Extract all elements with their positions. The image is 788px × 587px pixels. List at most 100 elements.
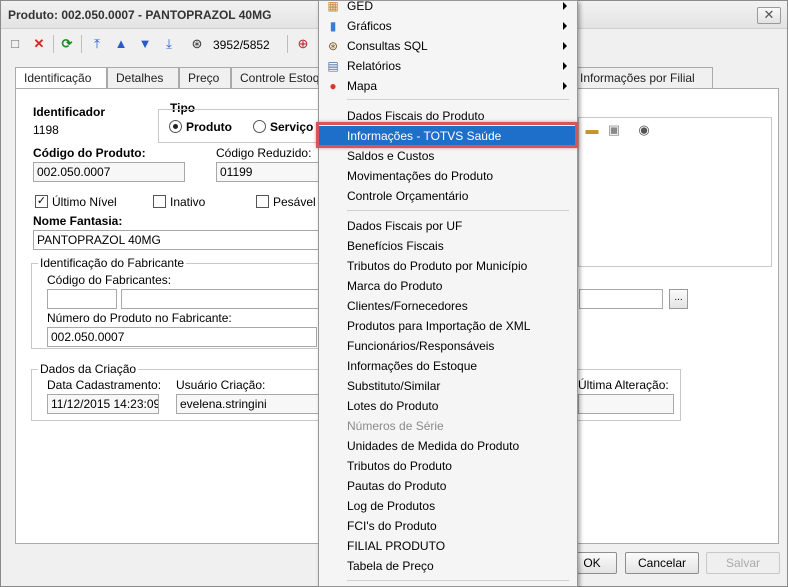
menu-item-label: Pautas do Produto bbox=[347, 479, 447, 493]
menu-item-produtos-xml[interactable]: Produtos para Importação de XML bbox=[319, 316, 577, 336]
codigo-reduzido-label: Código Reduzido: bbox=[216, 146, 312, 160]
nome-fantasia-field[interactable]: PANTOPRAZOL 40MG bbox=[33, 230, 323, 250]
highlight-callout bbox=[316, 122, 578, 148]
codigo-fabricantes-label: Código do Fabricantes: bbox=[47, 273, 172, 287]
menu-item-clientes-fornecedores[interactable]: Clientes/Fornecedores bbox=[319, 296, 577, 316]
menu-item-label: Gráficos bbox=[347, 19, 392, 33]
map-pin-icon: ● bbox=[329, 79, 337, 93]
fabricante-lookup-button[interactable]: ... bbox=[669, 289, 688, 309]
submenu-arrow-icon bbox=[563, 62, 567, 70]
tipo-servico-label: Serviço bbox=[270, 120, 314, 134]
window-title: Produto: 002.050.0007 - PANTOPRAZOL 40MG bbox=[8, 8, 272, 22]
menu-item-dados-fiscais-uf[interactable]: Dados Fiscais por UF bbox=[319, 216, 577, 236]
menu-item-label: Log de Produtos bbox=[347, 499, 436, 513]
cancelar-button[interactable]: Cancelar bbox=[625, 552, 699, 574]
fabricante-name-field[interactable] bbox=[121, 289, 321, 309]
numero-fabricante-field[interactable]: 002.050.0007 bbox=[47, 327, 317, 347]
fabricante-name-field-end[interactable] bbox=[579, 289, 663, 309]
webcam-icon[interactable]: ◉ bbox=[635, 121, 653, 139]
submenu-arrow-icon bbox=[563, 2, 567, 10]
codigo-produto-label: Código do Produto: bbox=[33, 146, 146, 160]
menu-item-tabela-preco[interactable]: Tabela de Preço bbox=[319, 556, 577, 576]
tipo-servico-radio[interactable] bbox=[253, 120, 266, 133]
menu-item-label: FCI's do Produto bbox=[347, 519, 437, 533]
ultima-alteracao-label: Última Alteração: bbox=[578, 378, 669, 392]
image-box bbox=[578, 117, 772, 267]
delete-icon[interactable]: ✕ bbox=[29, 34, 49, 54]
pesavel-checkbox[interactable] bbox=[256, 195, 269, 208]
inativo-label: Inativo bbox=[170, 195, 206, 209]
search-icon[interactable]: ⊕ bbox=[293, 34, 313, 54]
menu-item-tributos-municipio[interactable]: Tributos do Produto por Município bbox=[319, 256, 577, 276]
menu-item-substituto-similar[interactable]: Substituto/Similar bbox=[319, 376, 577, 396]
menu-item-mapa[interactable]: ● Mapa bbox=[319, 76, 577, 96]
dados-criacao-label: Dados da Criação bbox=[38, 362, 139, 376]
submenu-arrow-icon bbox=[563, 22, 567, 30]
usuario-criacao-field[interactable]: evelena.stringini bbox=[176, 394, 321, 414]
menu-item-funcionarios[interactable]: Funcionários/Responsáveis bbox=[319, 336, 577, 356]
usuario-criacao-label: Usuário Criação: bbox=[176, 378, 266, 392]
menu-item-lotes[interactable]: Lotes do Produto bbox=[319, 396, 577, 416]
menu-item-consultas-sql[interactable]: ⊛ Consultas SQL bbox=[319, 36, 577, 56]
submenu-arrow-icon bbox=[563, 42, 567, 50]
context-menu: ▦ GED ▮ Gráficos ⊛ Consultas SQL ▤ Relat… bbox=[318, 0, 578, 587]
menu-item-beneficios-fiscais[interactable]: Benefícios Fiscais bbox=[319, 236, 577, 256]
menu-item-ged[interactable]: ▦ GED bbox=[319, 0, 577, 16]
menu-item-saldos-custos[interactable]: Saldos e Custos bbox=[319, 146, 577, 166]
menu-item-label: Unidades de Medida do Produto bbox=[347, 439, 520, 453]
next-record-icon[interactable]: ▼ bbox=[135, 34, 155, 54]
menu-item-marca[interactable]: Marca do Produto bbox=[319, 276, 577, 296]
menu-item-label: Tributos do Produto bbox=[347, 459, 452, 473]
binoculars-icon[interactable]: ⊛ bbox=[187, 34, 207, 54]
menu-item-controle-orcamentario[interactable]: Controle Orçamentário bbox=[319, 186, 577, 206]
codigo-reduzido-field[interactable]: 01199 bbox=[216, 162, 322, 182]
menu-item-label: Lotes do Produto bbox=[347, 399, 439, 413]
menu-item-filial-produto[interactable]: FILIAL PRODUTO bbox=[319, 536, 577, 556]
menu-item-label: Dados Fiscais por UF bbox=[347, 219, 463, 233]
menu-item-relatorios[interactable]: ▤ Relatórios bbox=[319, 56, 577, 76]
new-icon[interactable]: □ bbox=[5, 34, 25, 54]
chart-icon: ▮ bbox=[329, 19, 337, 33]
tab-informacoes-filial[interactable]: Informações por Filial bbox=[571, 67, 713, 89]
first-record-icon[interactable]: ⤒ bbox=[87, 34, 107, 54]
menu-item-label: Saldos e Custos bbox=[347, 149, 435, 163]
codigo-produto-field[interactable]: 002.050.0007 bbox=[33, 162, 185, 182]
menu-item-movimentacoes[interactable]: Movimentações do Produto bbox=[319, 166, 577, 186]
last-record-icon[interactable]: ⤓ bbox=[159, 34, 179, 54]
tab-detalhes[interactable]: Detalhes bbox=[107, 67, 179, 89]
menu-item-unidades-medida[interactable]: Unidades de Medida do Produto bbox=[319, 436, 577, 456]
tab-identificacao[interactable]: Identificação bbox=[15, 67, 107, 90]
menu-item-label: FILIAL PRODUTO bbox=[347, 539, 446, 553]
menu-item-label: GED bbox=[347, 0, 374, 13]
menu-item-label: Clientes/Fornecedores bbox=[347, 299, 468, 313]
tipo-produto-radio[interactable] bbox=[169, 120, 182, 133]
open-folder-icon[interactable]: ▬ bbox=[583, 121, 601, 139]
ultimo-nivel-label: Último Nível bbox=[52, 195, 117, 209]
codigo-fabricante-field[interactable] bbox=[47, 289, 117, 309]
refresh-icon[interactable]: ⟳ bbox=[57, 34, 77, 54]
menu-item-graficos[interactable]: ▮ Gráficos bbox=[319, 16, 577, 36]
save-disk-icon[interactable]: ▣ bbox=[605, 121, 623, 139]
tipo-produto-label: Produto bbox=[186, 120, 232, 134]
menu-item-label: Substituto/Similar bbox=[347, 379, 441, 393]
previous-record-icon[interactable]: ▲ bbox=[111, 34, 131, 54]
menu-item-log-produtos[interactable]: Log de Produtos bbox=[319, 496, 577, 516]
menu-item-label: Dados Fiscais do Produto bbox=[347, 109, 485, 123]
menu-item-label: Informações do Estoque bbox=[347, 359, 478, 373]
menu-item-pautas[interactable]: Pautas do Produto bbox=[319, 476, 577, 496]
record-counter: 3952/5852 bbox=[213, 38, 270, 52]
menu-item-informacoes-estoque[interactable]: Informações do Estoque bbox=[319, 356, 577, 376]
menu-item-tributos[interactable]: Tributos do Produto bbox=[319, 456, 577, 476]
data-cadastramento-field[interactable]: 11/12/2015 14:23:09 bbox=[47, 394, 159, 414]
menu-item-fci[interactable]: FCI's do Produto bbox=[319, 516, 577, 536]
ultimo-nivel-checkbox[interactable]: ✓ bbox=[35, 195, 48, 208]
ultima-alteracao-field[interactable] bbox=[578, 394, 674, 414]
toolbar-separator bbox=[53, 35, 54, 53]
tab-preco[interactable]: Preço bbox=[179, 67, 231, 89]
close-button[interactable]: ✕ bbox=[757, 7, 781, 24]
inativo-checkbox[interactable] bbox=[153, 195, 166, 208]
salvar-button[interactable]: Salvar bbox=[706, 552, 780, 574]
menu-item-label: Tabela de Preço bbox=[347, 559, 434, 573]
identificador-label: Identificador bbox=[33, 105, 106, 119]
menu-item-label: Números de Série bbox=[347, 419, 444, 433]
